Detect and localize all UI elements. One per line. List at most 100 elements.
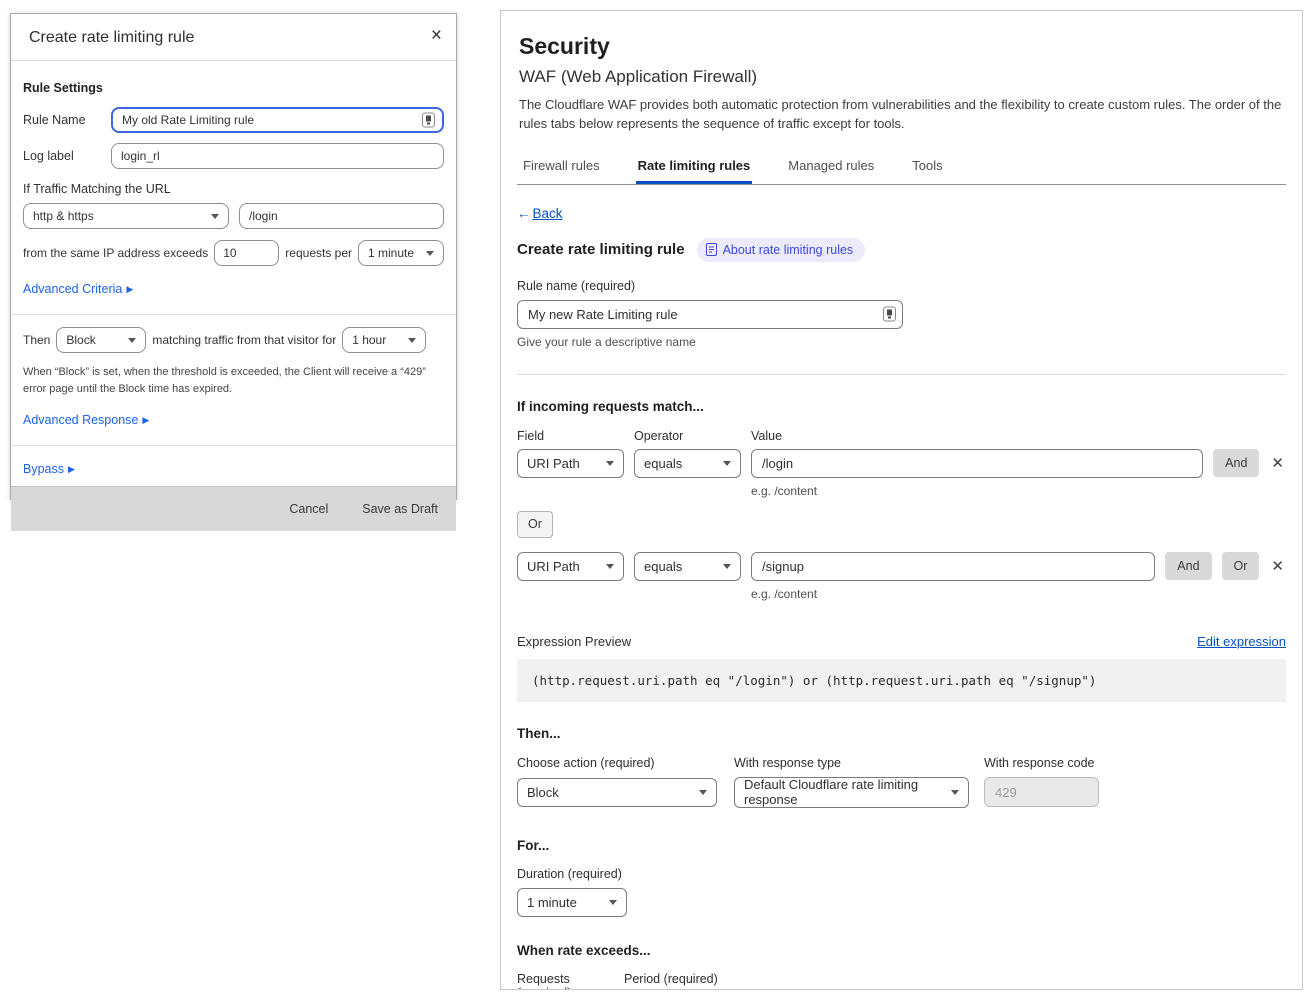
page-subtitle: WAF (Web Application Firewall) xyxy=(519,67,1286,87)
for-section-heading: For... xyxy=(517,838,1286,853)
tab-firewall-rules[interactable]: Firewall rules xyxy=(521,149,602,184)
log-label-input[interactable]: login_rl xyxy=(111,143,444,169)
chevron-down-icon xyxy=(408,338,416,343)
dialog-footer: Cancel Save as Draft xyxy=(11,486,456,531)
field-select[interactable]: URI Path xyxy=(517,552,624,581)
response-type-value: Default Cloudflare rate limiting respons… xyxy=(744,777,951,807)
operator-select[interactable]: equals xyxy=(634,449,741,478)
close-icon[interactable]: × xyxy=(431,29,442,43)
page-description: The Cloudflare WAF provides both automat… xyxy=(519,96,1286,134)
tab-rate-limiting-rules[interactable]: Rate limiting rules xyxy=(636,149,753,184)
chevron-down-icon xyxy=(211,214,219,219)
field-column-label: Field xyxy=(517,429,634,443)
cancel-button[interactable]: Cancel xyxy=(289,502,328,516)
save-as-draft-button[interactable]: Save as Draft xyxy=(362,502,438,516)
autofill-icon[interactable] xyxy=(422,113,435,128)
and-button[interactable]: And xyxy=(1213,449,1259,477)
field-select-value: URI Path xyxy=(527,559,580,574)
rule-name-value: My old Rate Limiting rule xyxy=(122,113,254,127)
bypass-link[interactable]: Bypass ▶ xyxy=(23,462,75,476)
chevron-down-icon xyxy=(951,790,959,795)
dialog-title: Create rate limiting rule xyxy=(29,29,194,47)
response-code-label: With response code xyxy=(984,756,1094,770)
value-input[interactable] xyxy=(751,552,1155,581)
dialog-header: Create rate limiting rule × xyxy=(11,14,456,61)
chevron-down-icon xyxy=(723,564,731,569)
requests-count-input[interactable]: 10 xyxy=(214,240,279,266)
or-connector-button[interactable]: Or xyxy=(517,511,553,538)
response-type-select[interactable]: Default Cloudflare rate limiting respons… xyxy=(734,777,969,808)
page-title: Security xyxy=(519,33,1286,60)
action-select-value: Block xyxy=(527,785,559,800)
value-column-label: Value xyxy=(751,429,782,443)
value-input[interactable] xyxy=(751,449,1203,478)
action-select-value: Block xyxy=(66,333,95,347)
url-value: /login xyxy=(249,209,278,223)
log-label-label: Log label xyxy=(23,149,111,163)
then-section-heading: Then... xyxy=(517,726,1286,741)
divider xyxy=(11,445,456,446)
tab-managed-rules[interactable]: Managed rules xyxy=(786,149,876,184)
waf-tabs: Firewall rules Rate limiting rules Manag… xyxy=(517,149,1286,185)
tab-tools[interactable]: Tools xyxy=(910,149,944,184)
url-input[interactable]: /login xyxy=(239,203,444,229)
rule-name-helper: Give your rule a descriptive name xyxy=(517,335,1286,349)
advanced-criteria-label: Advanced Criteria xyxy=(23,282,122,296)
autofill-icon[interactable] xyxy=(883,307,896,322)
divider xyxy=(11,314,456,315)
block-note-text: When “Block” is set, when the threshold … xyxy=(23,364,444,398)
chevron-down-icon xyxy=(606,461,614,466)
about-rate-limiting-badge[interactable]: About rate limiting rules xyxy=(697,238,866,262)
edit-expression-link[interactable]: Edit expression xyxy=(1197,634,1286,649)
dialog-body: Rule Settings Rule Name My old Rate Limi… xyxy=(11,61,456,486)
scheme-select[interactable]: http & https xyxy=(23,203,229,229)
triangle-right-icon: ▶ xyxy=(68,464,75,475)
chevron-down-icon xyxy=(609,900,617,905)
value-hint: e.g. /content xyxy=(751,484,1286,498)
triangle-right-icon: ▶ xyxy=(142,415,149,426)
operator-select[interactable]: equals xyxy=(634,552,741,581)
response-code-input: 429 xyxy=(984,777,1099,807)
operator-select-value: equals xyxy=(644,456,682,471)
rule-settings-heading: Rule Settings xyxy=(23,81,444,95)
rule-name-label: Rule Name xyxy=(23,113,111,127)
back-link[interactable]: ← Back xyxy=(517,206,563,221)
rate-section-heading: When rate exceeds... xyxy=(517,943,1286,958)
action-label: Choose action (required) xyxy=(517,756,734,770)
field-select[interactable]: URI Path xyxy=(517,449,624,478)
duration-value: 1 minute xyxy=(527,895,577,910)
doc-icon xyxy=(706,243,717,256)
block-duration-value: 1 hour xyxy=(352,333,386,347)
advanced-response-label: Advanced Response xyxy=(23,413,138,427)
legacy-rate-limit-dialog: Create rate limiting rule × Rule Setting… xyxy=(10,13,457,500)
scheme-select-value: http & https xyxy=(33,209,94,223)
form-title: Create rate limiting rule xyxy=(517,241,685,258)
action-select[interactable]: Block xyxy=(517,778,717,807)
or-button[interactable]: Or xyxy=(1222,552,1260,580)
requests-label: Requests (required) xyxy=(517,972,624,990)
advanced-response-link[interactable]: Advanced Response ▶ xyxy=(23,413,149,427)
rule-name-label: Rule name (required) xyxy=(517,279,1286,293)
and-button[interactable]: And xyxy=(1165,552,1211,580)
requests-per-text: requests per xyxy=(285,246,352,260)
chevron-down-icon xyxy=(699,790,707,795)
response-type-label: With response type xyxy=(734,756,984,770)
block-duration-select[interactable]: 1 hour xyxy=(342,327,426,353)
field-select-value: URI Path xyxy=(527,456,580,471)
action-select[interactable]: Block xyxy=(56,327,146,353)
advanced-criteria-link[interactable]: Advanced Criteria ▶ xyxy=(23,282,133,296)
operator-select-value: equals xyxy=(644,559,682,574)
condition-row: URI Path equals And ✕ xyxy=(517,449,1286,478)
about-badge-label: About rate limiting rules xyxy=(723,243,854,257)
rule-name-input[interactable] xyxy=(517,300,903,329)
chevron-down-icon xyxy=(426,251,434,256)
remove-condition-icon[interactable]: ✕ xyxy=(1269,454,1286,472)
remove-condition-icon[interactable]: ✕ xyxy=(1269,557,1286,575)
condition-row: URI Path equals And Or ✕ xyxy=(517,552,1286,581)
period-select[interactable]: 1 minute xyxy=(358,240,444,266)
duration-select[interactable]: 1 minute xyxy=(517,888,627,917)
back-label: Back xyxy=(533,206,563,221)
then-label: Then xyxy=(23,333,50,347)
response-code-value: 429 xyxy=(995,785,1017,800)
rule-name-input[interactable]: My old Rate Limiting rule xyxy=(111,107,444,133)
